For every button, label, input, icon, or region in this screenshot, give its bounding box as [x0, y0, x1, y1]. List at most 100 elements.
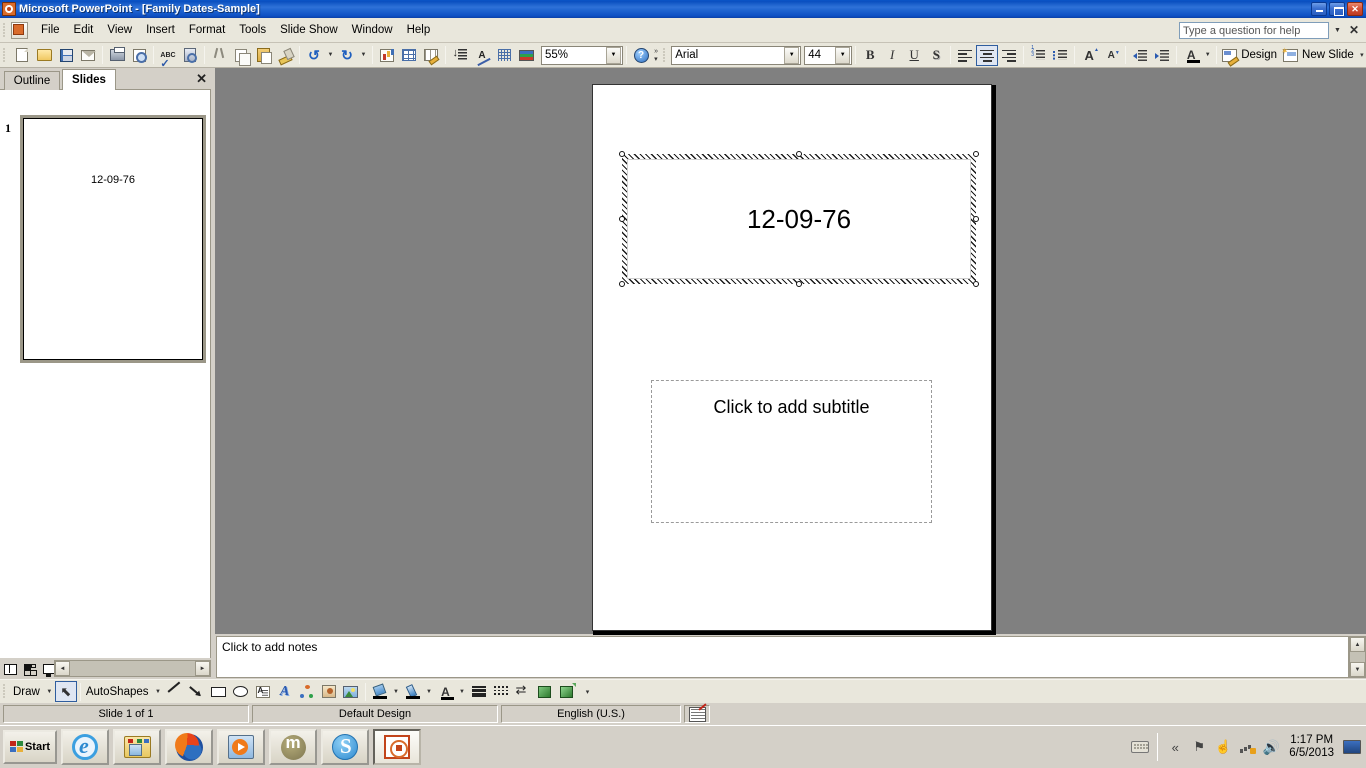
fill-color-button[interactable] — [369, 681, 391, 702]
taskbar-media-player[interactable] — [217, 729, 265, 765]
drawing-toolbar-grip[interactable] — [2, 683, 8, 700]
document-control-icon[interactable] — [11, 21, 28, 39]
title-placeholder[interactable]: 12-09-76 — [619, 151, 979, 287]
font-name-dropdown-icon[interactable]: ▼ — [784, 46, 800, 64]
resize-handle-w[interactable] — [619, 216, 625, 222]
undo-button[interactable]: ↺ — [303, 45, 325, 66]
subtitle-placeholder[interactable]: Click to add subtitle — [651, 380, 932, 523]
color-grayscale-button[interactable] — [515, 45, 537, 66]
tables-borders-button[interactable] — [420, 45, 442, 66]
shadow-button[interactable]: S — [925, 45, 947, 66]
resize-handle-nw[interactable] — [619, 151, 625, 157]
show-hidden-icons-chevron[interactable]: « — [1166, 738, 1184, 756]
line-style-button[interactable] — [468, 681, 490, 702]
restore-button[interactable] — [1329, 2, 1345, 16]
draw-font-color-dropdown-icon[interactable]: ▼ — [457, 681, 468, 702]
font-name-combo[interactable]: Arial ▼ — [671, 45, 802, 65]
print-preview-button[interactable] — [128, 45, 150, 66]
draw-dropdown-icon[interactable]: ▼ — [44, 681, 55, 702]
standard-toolbar-overflow-button[interactable]: » ▾ — [652, 43, 661, 67]
italic-button[interactable]: I — [881, 45, 903, 66]
line-color-button[interactable] — [402, 681, 424, 702]
bullets-button[interactable] — [1049, 45, 1071, 66]
insert-table-button[interactable] — [398, 45, 420, 66]
resize-handle-e[interactable] — [973, 216, 979, 222]
drawing-toolbar-overflow-button[interactable]: ▾ — [581, 680, 594, 703]
taskbar-powerpoint[interactable] — [373, 729, 421, 765]
show-grid-button[interactable] — [493, 45, 515, 66]
taskbar-moodle[interactable] — [269, 729, 317, 765]
normal-view-button[interactable] — [2, 661, 19, 677]
menu-insert[interactable]: Insert — [139, 21, 182, 39]
redo-button[interactable]: ↻ — [336, 45, 358, 66]
close-menubar-icon[interactable]: ✕ — [1346, 23, 1362, 37]
resize-handle-sw[interactable] — [619, 281, 625, 287]
ask-question-input[interactable]: Type a question for help — [1178, 21, 1329, 39]
slide-thumbnail-list[interactable]: 1 12-09-76 — [0, 90, 211, 658]
dash-style-button[interactable] — [490, 681, 512, 702]
volume-icon[interactable]: 🔊 — [1262, 738, 1280, 756]
decrease-font-size-button[interactable]: A — [1100, 45, 1122, 66]
draw-menu-button[interactable]: Draw — [11, 686, 44, 698]
design-label[interactable]: Design — [1239, 49, 1281, 61]
undo-dropdown-icon[interactable]: ▼ — [325, 45, 336, 66]
font-color-button[interactable]: A — [1180, 45, 1202, 66]
arrow-button[interactable] — [186, 681, 208, 702]
formatting-toolbar-grip[interactable] — [662, 47, 668, 64]
align-center-button[interactable] — [976, 44, 999, 66]
format-painter-button[interactable] — [274, 45, 296, 66]
network-icon[interactable] — [1238, 738, 1256, 756]
line-color-dropdown-icon[interactable]: ▼ — [424, 681, 435, 702]
close-button[interactable]: ✕ — [1347, 2, 1363, 16]
status-design-name[interactable]: Default Design — [252, 705, 498, 723]
spelling-button[interactable]: ABC — [157, 45, 179, 70]
keyboard-icon[interactable] — [1131, 738, 1150, 756]
taskbar-skype[interactable] — [321, 729, 369, 765]
menu-file[interactable]: File — [34, 21, 67, 39]
subtitle-prompt-text[interactable]: Click to add subtitle — [652, 397, 931, 418]
copy-button[interactable] — [230, 45, 252, 66]
show-formatting-button[interactable]: A — [471, 45, 493, 66]
clip-art-button[interactable] — [318, 681, 340, 702]
align-right-button[interactable] — [998, 45, 1020, 66]
paste-button[interactable] — [252, 45, 274, 66]
menu-grip-handle[interactable] — [2, 22, 8, 39]
print-button[interactable] — [106, 45, 128, 66]
menu-view[interactable]: View — [100, 21, 139, 39]
scroll-right-button[interactable]: ► — [195, 661, 210, 676]
taskbar-internet-explorer[interactable] — [61, 729, 109, 765]
safely-remove-icon[interactable]: ☝ — [1214, 738, 1232, 756]
increase-indent-button[interactable] — [1151, 45, 1173, 66]
close-pane-icon[interactable]: ✕ — [196, 71, 207, 87]
font-size-combo[interactable]: 44 ▼ — [804, 45, 853, 65]
arrow-style-button[interactable] — [512, 681, 534, 702]
taskbar-windows-explorer[interactable] — [113, 729, 161, 765]
menu-slide-show[interactable]: Slide Show — [273, 21, 345, 39]
shadow-style-button[interactable] — [534, 681, 556, 702]
mail-button[interactable] — [77, 45, 99, 66]
scroll-down-button[interactable]: ▼ — [1350, 662, 1365, 677]
new-button[interactable] — [11, 45, 33, 66]
scroll-up-button[interactable]: ▲ — [1350, 637, 1365, 652]
menu-tools[interactable]: Tools — [232, 21, 273, 39]
outline-horizontal-scrollbar[interactable]: ◄ ► — [54, 660, 211, 677]
list-item[interactable]: 1 12-09-76 — [0, 93, 211, 363]
flag-icon[interactable]: ⚑ — [1190, 738, 1208, 756]
menu-window[interactable]: Window — [345, 21, 400, 39]
save-button[interactable] — [55, 45, 77, 66]
start-button[interactable]: Start — [3, 730, 57, 764]
research-button[interactable] — [179, 45, 201, 66]
insert-chart-button[interactable] — [376, 45, 398, 66]
align-left-button[interactable] — [954, 45, 976, 66]
slide-canvas[interactable]: 12-09-76 Click to add subtitle — [592, 84, 992, 631]
minimize-button[interactable] — [1311, 2, 1327, 16]
numbering-button[interactable] — [1027, 45, 1049, 66]
font-color-dropdown-icon[interactable]: ▼ — [1202, 45, 1213, 66]
oval-button[interactable] — [230, 681, 252, 702]
resize-handle-s[interactable] — [796, 281, 802, 287]
fill-color-dropdown-icon[interactable]: ▼ — [391, 681, 402, 702]
menu-format[interactable]: Format — [182, 21, 232, 39]
redo-dropdown-icon[interactable]: ▼ — [358, 45, 369, 66]
show-desktop-button[interactable] — [1343, 738, 1361, 756]
3d-style-button[interactable] — [556, 681, 578, 702]
